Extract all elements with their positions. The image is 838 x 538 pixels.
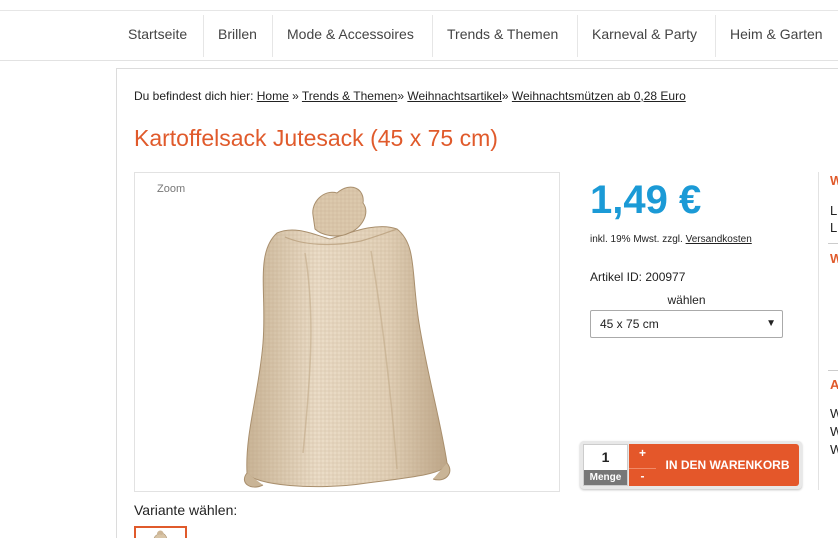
tax-text: inkl. 19% Mwst. zzgl.	[590, 234, 683, 245]
quantity-value[interactable]: 1	[584, 449, 627, 465]
sidebar-divider	[828, 370, 838, 371]
variant-thumbnail[interactable]	[134, 526, 187, 538]
breadcrumb-separator: »	[292, 89, 299, 103]
breadcrumb-separator: »	[397, 89, 404, 103]
size-select[interactable]: 45 x 75 cm ▼	[590, 310, 783, 338]
product-price: 1,49 €	[590, 178, 702, 222]
chevron-down-icon: ▼	[766, 318, 776, 329]
nav-item-trends-themen[interactable]: Trends & Themen	[447, 11, 558, 61]
breadcrumb-link-weihnachtsartikel[interactable]: Weihnachtsartikel	[407, 89, 502, 103]
tax-info: inkl. 19% Mwst. zzgl. Versandkosten	[590, 234, 752, 245]
nav-item-karneval-party[interactable]: Karneval & Party	[592, 11, 697, 61]
quantity-stepper: + -	[629, 444, 656, 486]
shipping-costs-link[interactable]: Versandkosten	[686, 234, 752, 245]
product-image-jute-sack[interactable]	[135, 173, 561, 493]
variant-thumbnail-image	[153, 530, 167, 538]
product-image-container[interactable]: Zoom	[134, 172, 560, 492]
breadcrumb-separator: »	[501, 89, 509, 103]
top-strip	[0, 0, 838, 11]
product-title: Kartoffelsack Jutesack (45 x 75 cm)	[134, 125, 498, 151]
article-id: Artikel ID: 200977	[590, 270, 686, 284]
sidebar-heading: A	[830, 377, 838, 392]
variant-label: Variante wählen:	[134, 502, 238, 518]
sidebar-text: W	[830, 424, 838, 439]
nav-divider	[715, 15, 716, 57]
main-navigation: Startseite Brillen Mode & Accessoires Tr…	[0, 11, 838, 61]
breadcrumb-prefix: Du befindest dich hier:	[134, 89, 254, 103]
breadcrumb-link-weihnachtsmuetzen[interactable]: Weihnachtsmützen ab 0,28 Euro	[512, 89, 686, 103]
right-column-divider	[818, 172, 819, 490]
quantity-decrease-button[interactable]: -	[629, 468, 656, 483]
sidebar-text: W	[830, 442, 838, 457]
size-select-label: wählen	[667, 293, 706, 307]
sidebar-text: L	[830, 220, 838, 235]
add-to-cart-widget: 1 Menge + - IN DEN WARENKORB	[580, 441, 802, 489]
quantity-field[interactable]: 1 Menge	[583, 444, 628, 486]
sidebar-heading: W	[830, 251, 838, 266]
sidebar-text: L	[830, 203, 838, 218]
quantity-increase-button[interactable]: +	[629, 446, 656, 460]
breadcrumb: Du befindest dich hier: Home » Trends & …	[134, 89, 686, 103]
nav-item-mode-accessoires[interactable]: Mode & Accessoires	[287, 11, 414, 61]
nav-divider	[203, 15, 204, 57]
quantity-label: Menge	[584, 470, 627, 485]
nav-divider	[577, 15, 578, 57]
nav-divider	[432, 15, 433, 57]
nav-item-heim-garten[interactable]: Heim & Garten	[730, 11, 823, 61]
sidebar-text: W	[830, 406, 838, 421]
size-select-value: 45 x 75 cm	[600, 317, 659, 331]
nav-item-startseite[interactable]: Startseite	[128, 11, 187, 61]
breadcrumb-link-trends[interactable]: Trends & Themen	[302, 89, 397, 103]
add-to-cart-button[interactable]: IN DEN WARENKORB	[656, 444, 799, 486]
sidebar-divider	[828, 243, 838, 244]
nav-item-brillen[interactable]: Brillen	[218, 11, 257, 61]
nav-divider	[272, 15, 273, 57]
sidebar-heading: W	[830, 173, 838, 188]
breadcrumb-link-home[interactable]: Home	[257, 89, 289, 103]
